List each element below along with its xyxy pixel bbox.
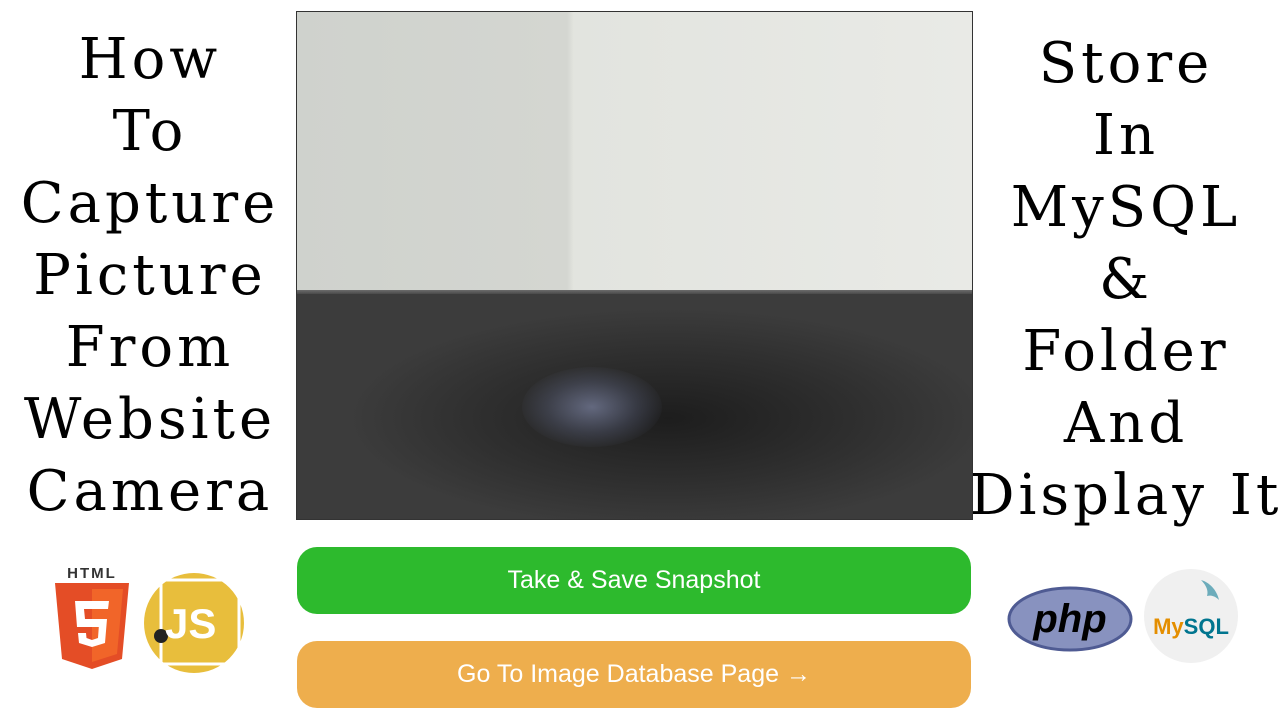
- mysql-label-my: My: [1153, 614, 1184, 639]
- left-heading-line: From: [65, 315, 235, 380]
- mysql-label: MySQL: [1143, 614, 1239, 640]
- html5-label: HTML: [67, 565, 117, 582]
- right-heading-line: In: [1092, 103, 1160, 168]
- right-heading-line: And: [1063, 391, 1189, 456]
- right-heading-line: Display It: [969, 463, 1280, 528]
- mysql-label-sql: SQL: [1183, 614, 1229, 639]
- php-icon: php: [1007, 586, 1133, 652]
- javascript-label: JS: [165, 600, 217, 647]
- left-heading: How To Capture Picture From Website Came…: [10, 24, 290, 528]
- left-heading-line: How: [78, 27, 222, 92]
- right-heading-line: Store: [1038, 31, 1214, 96]
- left-heading-line: Picture: [33, 243, 267, 308]
- left-heading-line: To: [112, 99, 188, 164]
- take-snapshot-button[interactable]: Take & Save Snapshot: [297, 547, 971, 614]
- php-label: php: [1033, 596, 1107, 641]
- camera-scene-wall: [297, 12, 972, 292]
- right-heading-line: &: [1099, 247, 1153, 312]
- left-heading-line: Camera: [26, 459, 274, 524]
- image-database-link-button[interactable]: Go To Image Database Page →: [297, 641, 971, 708]
- camera-scene-glare: [522, 367, 662, 447]
- javascript-icon: JS: [143, 572, 245, 674]
- right-heading-line: Folder: [1022, 319, 1230, 384]
- right-heading-line: MySQL: [1010, 175, 1242, 240]
- mysql-dolphin-icon: MySQL: [1143, 568, 1239, 664]
- left-heading-line: Capture: [20, 171, 280, 236]
- html5-icon: HTML: [55, 565, 129, 671]
- left-heading-line: Website: [23, 387, 277, 452]
- camera-preview: [296, 11, 973, 520]
- right-heading: Store In MySQL & Folder And Display It: [970, 28, 1279, 532]
- html5-shield-icon: [55, 583, 129, 669]
